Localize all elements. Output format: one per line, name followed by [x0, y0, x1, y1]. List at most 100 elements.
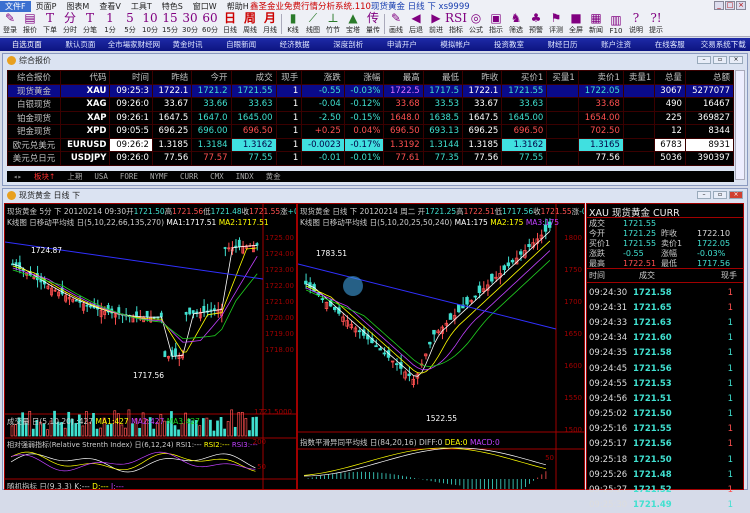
menu-item-0[interactable]: 文件F: [0, 0, 31, 12]
col-header[interactable]: 最高: [383, 70, 424, 85]
toolbar-button-9[interactable]: 30 30分: [180, 12, 200, 36]
market-tab-3[interactable]: FORE: [114, 172, 144, 181]
toolbar-button-16[interactable]: ⊥ 竹节: [323, 12, 343, 36]
col-header[interactable]: 最低: [422, 70, 464, 85]
col-header[interactable]: 涨幅: [343, 70, 385, 85]
tab-scroll-arrows[interactable]: ◂▸: [7, 172, 28, 181]
col-header[interactable]: 总额: [684, 70, 735, 85]
col-header[interactable]: 昨收: [461, 70, 503, 85]
toolbar-button-1[interactable]: ▤ 报价: [20, 12, 40, 36]
market-tab-5[interactable]: CURR: [174, 172, 204, 181]
quote-row[interactable]: 现货黄金 XAU 09:25:3 1722.1 1721.2 1721.55 1 -0.55-…: [7, 83, 735, 98]
toolbar-button-30[interactable]: ▥ F10: [606, 12, 626, 36]
toolbar-button-21[interactable]: ▶ 前进: [426, 12, 446, 36]
toolbar-button-5[interactable]: 1 1分: [100, 12, 120, 36]
col-header[interactable]: 现手: [275, 70, 303, 85]
toolbar-button-17[interactable]: ▲ 宝塔: [343, 12, 363, 36]
nav-link-6[interactable]: 深度剖析: [321, 39, 375, 50]
col-header[interactable]: 代码: [59, 70, 111, 85]
toolbar-button-23[interactable]: ◎ 公式: [466, 12, 486, 36]
menu-item-2[interactable]: 图表M: [61, 1, 94, 12]
quote-row[interactable]: 白银现货 XAG 09:26:0 33.67 33.66 33.63 1 -0.04 -0.12…: [7, 97, 735, 112]
toolbar-button-0[interactable]: ✎ 登录: [0, 12, 20, 36]
toolbar-button-10[interactable]: 60 60分: [200, 12, 220, 36]
toolbar-button-7[interactable]: 10 10分: [140, 12, 160, 36]
nav-link-13[interactable]: 交易系统下载: [697, 39, 750, 50]
toolbar-button-22[interactable]: RSI 指标: [445, 12, 467, 36]
toolbar-button-18[interactable]: 传量传: [363, 12, 383, 36]
toolbar-button-15[interactable]: ⟋ 线图: [303, 12, 323, 36]
col-header[interactable]: 买量1: [546, 70, 579, 85]
toolbar-button-28[interactable]: ■ 全屏: [566, 12, 586, 36]
nav-link-7[interactable]: 申请开户: [375, 39, 429, 50]
col-header[interactable]: 总量: [654, 70, 686, 85]
nav-link-11[interactable]: 账户注资: [589, 39, 643, 50]
menu-item-5[interactable]: 特色S: [157, 1, 188, 12]
toolbar-button-3[interactable]: 分分时: [60, 12, 80, 36]
toolbar-button-20[interactable]: ◀ 后退: [406, 12, 426, 36]
nav-link-9[interactable]: 投资教室: [482, 39, 536, 50]
panel-restore-button[interactable]: ▫: [713, 56, 727, 64]
toolbar-button-4[interactable]: T 分笔: [80, 12, 100, 36]
quote-row[interactable]: 美元兑日元 USDJPY 09:26:0 77.56 77.57 77.55 1 -0.01-…: [7, 151, 735, 166]
market-tab-4[interactable]: NYMF: [144, 172, 174, 181]
close-button[interactable]: ×: [736, 1, 746, 10]
toolbar-button-8[interactable]: 15 15分: [160, 12, 180, 36]
nav-link-10[interactable]: 财经日历: [536, 39, 590, 50]
nav-link-4[interactable]: 自眼新闻: [214, 39, 268, 50]
col-header[interactable]: 成交: [230, 70, 277, 85]
menu-item-6[interactable]: 窗口W: [188, 1, 222, 12]
toolbar-button-13[interactable]: 月月线: [260, 12, 280, 36]
vertical-scrollbar[interactable]: [735, 70, 745, 180]
quote-row[interactable]: 欧元兑美元 EURUSD 09:26:2 1.3185 1.3184 1.3162 1 -0.…: [7, 137, 735, 152]
maximize-button[interactable]: □: [725, 1, 735, 10]
toolbar-button-19[interactable]: ✎ 画线: [386, 12, 406, 36]
nav-link-1[interactable]: 默认页面: [54, 39, 108, 50]
col-header[interactable]: 买价1: [501, 70, 548, 85]
panel-close-button[interactable]: ×: [729, 56, 743, 64]
toolbar-button-29[interactable]: ▦ 新闻: [586, 12, 606, 36]
chart-restore-button[interactable]: ▫: [713, 191, 727, 199]
chart-minimize-button[interactable]: –: [697, 191, 711, 199]
toolbar-button-12[interactable]: 周周线: [240, 12, 260, 36]
nav-link-3[interactable]: 黄金时讯: [161, 39, 215, 50]
menu-item-3[interactable]: 查看V: [94, 1, 125, 12]
toolbar-button-6[interactable]: 5 5分: [120, 12, 140, 36]
market-tab-1[interactable]: 上期: [61, 171, 88, 182]
market-tab-2[interactable]: USA: [88, 172, 114, 181]
toolbar-button-32[interactable]: ?! 提示: [646, 12, 666, 36]
market-tab-8[interactable]: 黄金: [260, 171, 287, 182]
col-header[interactable]: 昨结: [151, 70, 193, 85]
nav-link-12[interactable]: 在线客服: [643, 39, 697, 50]
market-tab-0[interactable]: 板块↑: [28, 171, 61, 182]
panel-minimize-button[interactable]: –: [697, 56, 711, 64]
nav-link-0[interactable]: 自选页面: [0, 39, 54, 50]
nav-link-2[interactable]: 全市場家财经网: [107, 39, 161, 50]
col-header[interactable]: 今开: [191, 70, 232, 85]
toolbar-button-2[interactable]: T 下单: [40, 12, 60, 36]
toolbar-button-14[interactable]: ▮ K线: [283, 12, 303, 36]
nav-link-8[interactable]: 模拟帐户: [429, 39, 483, 50]
market-tab-7[interactable]: INDX: [230, 172, 260, 181]
col-header[interactable]: 时间: [109, 70, 153, 85]
menu-item-1[interactable]: 页面P: [31, 1, 62, 12]
menu-item-4[interactable]: 工具T: [126, 1, 157, 12]
quote-row[interactable]: 铂金现货 XAP 09:26:1 1647.5 1647.0 1645.00 1 -2.50-…: [7, 110, 735, 125]
chart-close-button[interactable]: ×: [729, 191, 743, 199]
toolbar-button-26[interactable]: ♣ 预警: [526, 12, 546, 36]
col-header[interactable]: 涨跌: [301, 70, 345, 85]
toolbar-button-24[interactable]: ▣ 指示: [486, 12, 506, 36]
toolbar-button-27[interactable]: ⚑ 评测: [546, 12, 566, 36]
col-header[interactable]: 综合报价: [7, 70, 61, 85]
nav-link-5[interactable]: 经济数据: [268, 39, 322, 50]
quote-row[interactable]: 钯金现货 XPD 09:05:5 696.25 696.00 696.50 1 +0.25 0.…: [7, 124, 735, 139]
mid-kline-chart[interactable]: 现货黄金 日线 下 20120214 周二 开1721.25高1722.51低1…: [297, 203, 585, 490]
minimize-button[interactable]: _: [714, 1, 724, 10]
left-kline-chart[interactable]: 现货黄金 5分 下 20120214 09:30开1721.50高1721.56…: [4, 203, 297, 490]
col-header[interactable]: 卖价1: [577, 70, 624, 85]
col-header[interactable]: 卖量1: [622, 70, 656, 85]
toolbar-button-11[interactable]: 日日线: [220, 12, 240, 36]
menu-item-7[interactable]: 帮助H: [222, 1, 254, 12]
toolbar-button-31[interactable]: ? 说明: [626, 12, 646, 36]
toolbar-button-25[interactable]: ♞ 筛选: [506, 12, 526, 36]
